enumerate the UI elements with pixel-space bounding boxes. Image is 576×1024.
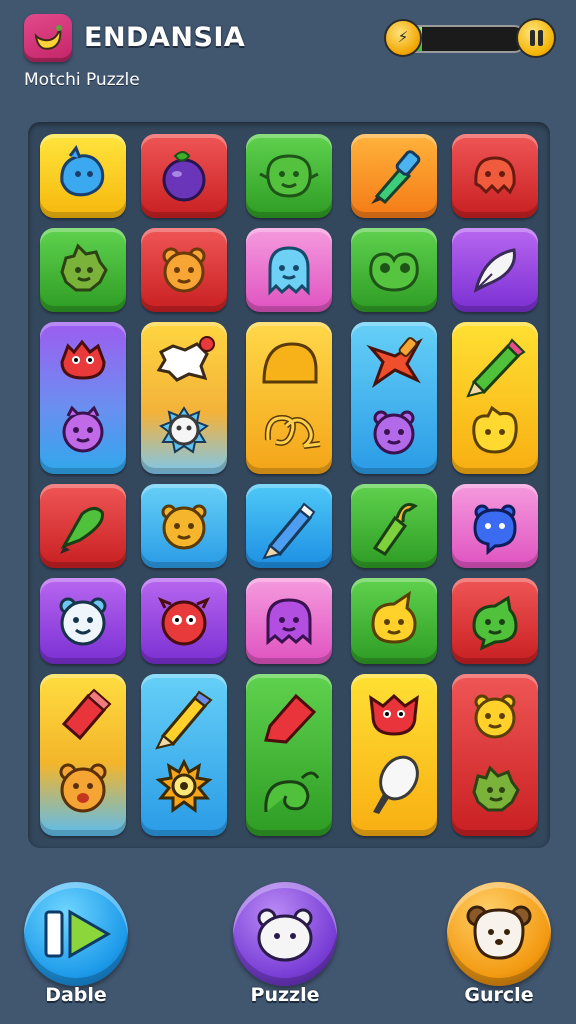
energy-meter: ⚡: [384, 18, 556, 58]
play-icon: [44, 909, 111, 959]
white-brush-icon: [373, 755, 419, 814]
green-blob-icon: [259, 154, 319, 198]
tile[interactable]: [141, 322, 227, 474]
sheep-icon: [257, 908, 313, 962]
ghost-icon: [268, 246, 310, 296]
knot-icon: [264, 414, 321, 449]
purple-berry-icon: [162, 151, 206, 202]
banana-logo-icon: [34, 25, 62, 50]
tile[interactable]: [246, 484, 332, 568]
paint-brush-icon: [371, 150, 421, 205]
tile[interactable]: [40, 674, 126, 836]
tile[interactable]: [246, 578, 332, 664]
game-board: [28, 122, 550, 848]
puppy-icon: [466, 905, 532, 960]
dable-label: Dable: [45, 984, 107, 1006]
tile[interactable]: [246, 322, 332, 474]
sun-eye-icon: [155, 758, 213, 813]
tile[interactable]: [246, 134, 332, 218]
frog-icon: [369, 252, 419, 292]
tile[interactable]: [452, 484, 538, 568]
app-title: ENDANSIA: [84, 22, 246, 53]
lion-face-icon: [59, 763, 107, 813]
puzzle-label: Puzzle: [250, 984, 320, 1006]
green-monster-icon: [472, 595, 518, 651]
red-monster-icon: [157, 597, 211, 646]
purple-ghost-icon: [266, 598, 312, 646]
purple-bear-icon: [373, 410, 415, 455]
tile[interactable]: [246, 228, 332, 312]
tile[interactable]: [351, 578, 437, 664]
tile[interactable]: [351, 322, 437, 474]
green-swirl-icon: [264, 771, 320, 813]
blue-blob-icon: [60, 144, 105, 197]
yellow-bird-icon: [371, 590, 417, 644]
app-subtitle: Motchi Puzzle: [24, 70, 140, 90]
tile[interactable]: [141, 134, 227, 218]
white-bear-icon: [59, 597, 107, 646]
app-logo: [24, 14, 72, 62]
tile[interactable]: [351, 228, 437, 312]
tile[interactable]: [452, 322, 538, 474]
gurcle-label: Gurcle: [464, 984, 534, 1006]
pencil-icon: [262, 502, 316, 560]
dable-button[interactable]: [24, 882, 128, 986]
tile[interactable]: [351, 484, 437, 568]
tile[interactable]: [351, 674, 437, 836]
tile[interactable]: [452, 578, 538, 664]
red-blob-icon: [474, 156, 516, 195]
tile[interactable]: [40, 228, 126, 312]
puzzle-button[interactable]: [233, 882, 337, 986]
tile[interactable]: [40, 578, 126, 664]
tile[interactable]: [452, 134, 538, 218]
green-pen-icon: [60, 507, 105, 554]
tile[interactable]: [40, 322, 126, 474]
yellow-blob-icon: [472, 405, 518, 454]
lightning-icon: ⚡: [384, 19, 422, 57]
tile[interactable]: [141, 228, 227, 312]
pause-button[interactable]: [516, 18, 556, 58]
tile[interactable]: [141, 484, 227, 568]
tile[interactable]: [246, 674, 332, 836]
blue-monster-icon: [473, 504, 517, 556]
tile[interactable]: [40, 484, 126, 568]
feather-icon: [473, 248, 516, 293]
tile[interactable]: [141, 674, 227, 836]
green-monster-icon: [472, 765, 520, 812]
top-bar: ENDANSIA Motchi Puzzle ⚡: [0, 0, 576, 100]
gurcle-button[interactable]: [447, 882, 551, 986]
purple-monster-icon: [62, 405, 104, 453]
tile[interactable]: [40, 134, 126, 218]
bear-face-icon: [162, 247, 206, 293]
tile[interactable]: [452, 674, 538, 836]
spiky-blob-icon: [60, 243, 108, 292]
tile[interactable]: [452, 228, 538, 312]
tile[interactable]: [141, 578, 227, 664]
white-sunflower-icon: [158, 406, 210, 454]
orange-face-icon: [161, 504, 207, 550]
tile[interactable]: [351, 134, 437, 218]
leaf-brush-icon: [372, 503, 418, 556]
